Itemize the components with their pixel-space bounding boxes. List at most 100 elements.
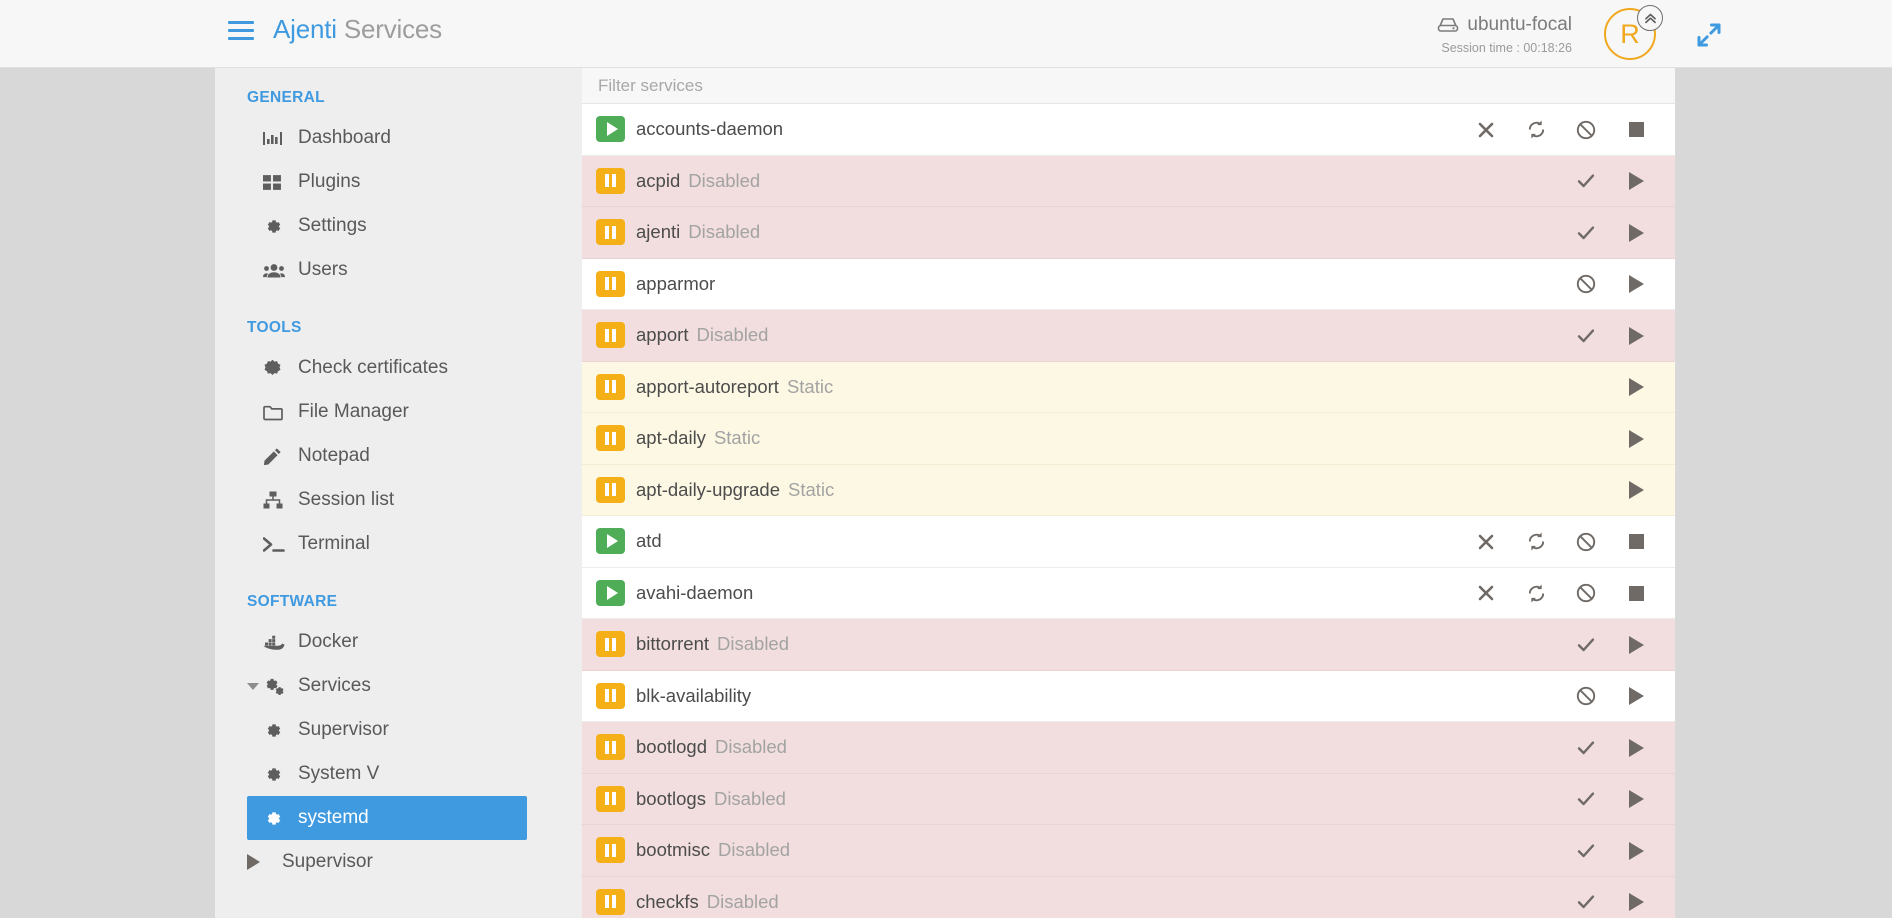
avatar[interactable]: R — [1604, 5, 1663, 64]
table-row[interactable]: apparmor — [582, 258, 1675, 311]
sidebar-item-supervisor-sub[interactable]: Supervisor — [215, 708, 582, 752]
sidebar-item-label: Check certificates — [298, 357, 448, 378]
table-row[interactable]: acpid Disabled — [582, 155, 1675, 208]
start-button[interactable] — [1611, 877, 1661, 918]
stop-button[interactable] — [1611, 104, 1661, 156]
sidebar-item-system-v[interactable]: System V — [215, 752, 582, 796]
sidebar-item-terminal[interactable]: Terminal — [215, 522, 582, 566]
stop-button[interactable] — [1611, 516, 1661, 568]
start-button[interactable] — [1611, 825, 1661, 877]
start-button[interactable] — [1611, 722, 1661, 774]
play-triangle-icon — [247, 854, 275, 870]
sidebar-item-supervisor[interactable]: Supervisor — [215, 840, 582, 884]
row-actions — [1561, 877, 1661, 918]
service-stopped-icon[interactable] — [596, 373, 625, 400]
kill-button[interactable] — [1461, 104, 1511, 156]
service-stopped-icon[interactable] — [596, 425, 625, 452]
table-row[interactable]: ajenti Disabled — [582, 207, 1675, 259]
start-button[interactable] — [1611, 362, 1661, 414]
start-button[interactable] — [1611, 259, 1661, 311]
sidebar-item-notepad[interactable]: Notepad — [215, 434, 582, 478]
table-row[interactable]: blk-availability — [582, 670, 1675, 723]
service-state-badge: Disabled — [718, 839, 791, 861]
start-button[interactable] — [1611, 619, 1661, 671]
service-stopped-icon[interactable] — [596, 837, 625, 864]
sidebar-item-systemd[interactable]: systemd — [247, 796, 527, 840]
gear-glyph — [267, 811, 281, 825]
restart-button[interactable] — [1511, 568, 1561, 620]
table-row[interactable]: checkfs Disabled — [582, 876, 1675, 918]
row-actions — [1561, 156, 1661, 208]
service-running-icon[interactable] — [596, 579, 625, 606]
table-row[interactable]: apt-daily-upgrade Static — [582, 464, 1675, 517]
disable-button[interactable] — [1561, 671, 1611, 723]
service-state-badge: Disabled — [688, 221, 761, 243]
sidebar-item-session-list[interactable]: Session list — [215, 478, 582, 522]
start-button[interactable] — [1611, 774, 1661, 826]
sidebar-item-dashboard[interactable]: Dashboard — [215, 116, 582, 160]
sidebar-item-settings[interactable]: Settings — [215, 204, 582, 248]
disable-button[interactable] — [1561, 516, 1611, 568]
sidebar-item-services[interactable]: Services — [215, 664, 582, 708]
table-row[interactable]: apt-daily Static — [582, 413, 1675, 465]
service-running-icon[interactable] — [596, 528, 625, 555]
table-row[interactable]: bittorrent Disabled — [582, 619, 1675, 671]
service-stopped-icon[interactable] — [596, 322, 625, 349]
service-stopped-icon[interactable] — [596, 785, 625, 812]
table-row[interactable]: apport Disabled — [582, 310, 1675, 362]
pause-bars-glyph — [605, 483, 616, 497]
restart-button[interactable] — [1511, 516, 1561, 568]
enable-button[interactable] — [1561, 156, 1611, 208]
expand-arrows-icon[interactable] — [1694, 20, 1724, 50]
enable-button[interactable] — [1561, 619, 1611, 671]
enable-button[interactable] — [1561, 877, 1611, 918]
start-button[interactable] — [1611, 207, 1661, 259]
table-row[interactable]: avahi-daemon — [582, 567, 1675, 620]
sidebar-item-docker[interactable]: Docker — [215, 620, 582, 664]
table-row[interactable]: bootmisc Disabled — [582, 825, 1675, 877]
kill-button[interactable] — [1461, 568, 1511, 620]
sidebar-item-file-manager[interactable]: File Manager — [215, 390, 582, 434]
start-button[interactable] — [1611, 671, 1661, 723]
service-stopped-icon[interactable] — [596, 167, 625, 194]
service-stopped-icon[interactable] — [596, 734, 625, 761]
service-stopped-icon[interactable] — [596, 476, 625, 503]
disable-button[interactable] — [1561, 568, 1611, 620]
kill-button[interactable] — [1461, 516, 1511, 568]
sidebar-item-check-certificates[interactable]: Check certificates — [215, 346, 582, 390]
service-stopped-icon[interactable] — [596, 631, 625, 658]
chevron-down-icon[interactable] — [247, 682, 259, 690]
table-row[interactable]: atd — [582, 516, 1675, 568]
service-stopped-icon[interactable] — [596, 219, 625, 246]
table-row[interactable]: bootlogd Disabled — [582, 722, 1675, 774]
enable-button[interactable] — [1561, 774, 1611, 826]
filter-services-input[interactable] — [596, 74, 1096, 97]
stop-button[interactable] — [1611, 568, 1661, 620]
table-row[interactable]: apport-autoreport Static — [582, 361, 1675, 414]
start-button[interactable] — [1611, 310, 1661, 362]
hamburger-menu-icon[interactable] — [228, 21, 254, 43]
restart-button[interactable] — [1511, 104, 1561, 156]
service-stopped-icon[interactable] — [596, 270, 625, 297]
enable-button[interactable] — [1561, 207, 1611, 259]
start-button[interactable] — [1611, 156, 1661, 208]
service-stopped-icon[interactable] — [596, 888, 625, 915]
service-running-icon[interactable] — [596, 116, 625, 143]
brand-name: Ajenti — [273, 14, 337, 44]
service-stopped-icon[interactable] — [596, 682, 625, 709]
enable-button[interactable] — [1561, 722, 1611, 774]
disable-button[interactable] — [1561, 104, 1611, 156]
sidebar-item-users[interactable]: Users — [215, 248, 582, 292]
enable-button[interactable] — [1561, 825, 1611, 877]
table-row[interactable]: bootlogs Disabled — [582, 773, 1675, 826]
start-button[interactable] — [1611, 413, 1661, 465]
disable-button[interactable] — [1561, 259, 1611, 311]
app-brand[interactable]: Ajenti Services — [273, 14, 442, 45]
table-row[interactable]: accounts-daemon — [582, 104, 1675, 156]
chart-bar-icon — [263, 130, 291, 147]
chevron-double-up-icon[interactable] — [1637, 5, 1663, 31]
enable-button[interactable] — [1561, 310, 1611, 362]
users-icon — [263, 262, 291, 279]
sidebar-item-plugins[interactable]: Plugins — [215, 160, 582, 204]
start-button[interactable] — [1611, 465, 1661, 517]
